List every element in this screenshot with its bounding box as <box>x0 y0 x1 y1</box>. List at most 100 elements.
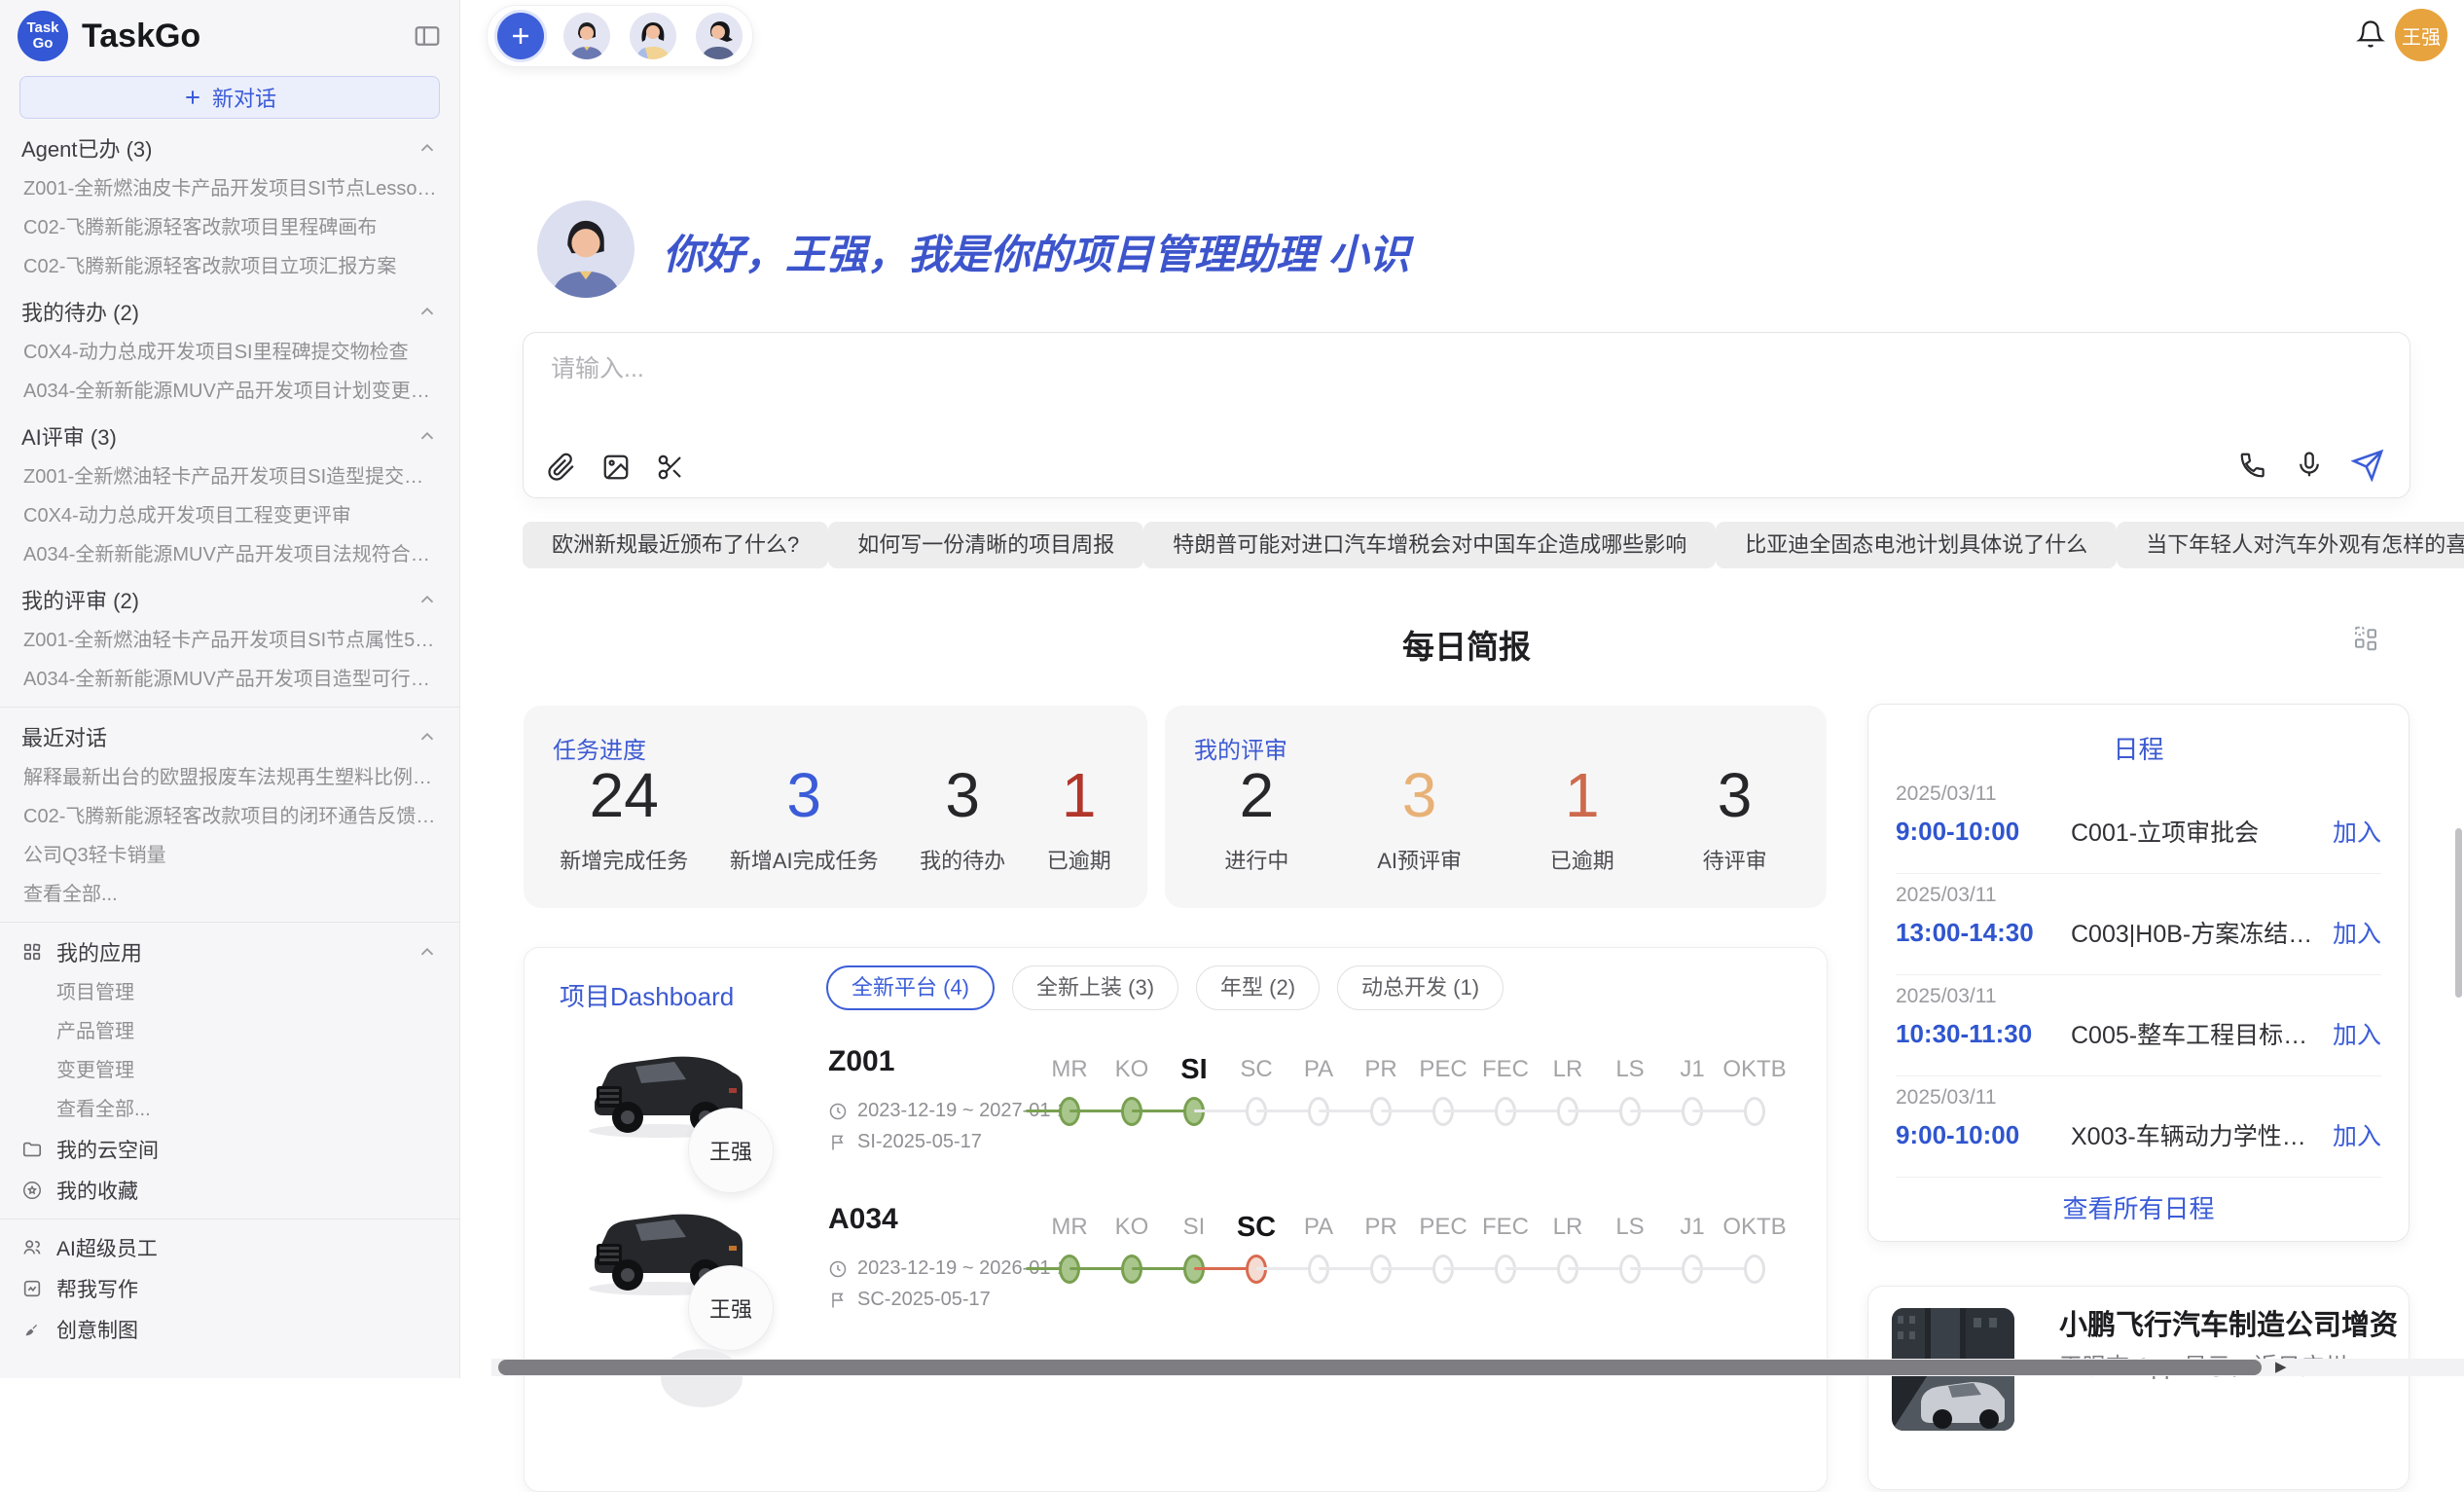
clock-icon <box>828 1259 848 1279</box>
sidebar-item-product-mgmt[interactable]: 产品管理 <box>0 1012 459 1051</box>
stat-value: 1 <box>1062 760 1097 830</box>
entry-date: 2025/03/11 <box>1896 782 1997 806</box>
quick-access-pill <box>487 5 753 67</box>
section-agent-done[interactable]: Agent已办 (3) <box>0 127 459 169</box>
entry-title: C001-立项审批会 <box>2071 814 2315 849</box>
suggestion-chip[interactable]: 如何写一份清晰的项目周报 <box>828 522 1143 568</box>
list-item[interactable]: C02-飞腾新能源轻客改款项目的闭环通告反馈情况 <box>0 797 459 836</box>
join-link[interactable]: 加入 <box>2333 814 2381 849</box>
chat-input[interactable] <box>549 354 1721 384</box>
entry-time: 13:00-14:30 <box>1896 918 2071 948</box>
bell-icon[interactable] <box>2356 19 2385 49</box>
plus-icon <box>183 88 202 107</box>
mic-icon[interactable] <box>2295 451 2324 480</box>
entry-time: 9:00-10:00 <box>1896 817 2071 847</box>
divider <box>0 922 459 923</box>
sidebar-item-cloud-space[interactable]: 我的云空间 <box>0 1129 459 1170</box>
list-item[interactable]: 公司Q3轻卡销量 <box>0 836 459 875</box>
list-item[interactable]: C0X4-动力总成开发项目SI里程碑提交物检查 <box>0 333 459 372</box>
list-item[interactable]: C0X4-动力总成开发项目工程变更评审 <box>0 496 459 535</box>
app-logo: Task Go <box>18 11 68 61</box>
suggestion-chip[interactable]: 当下年轻人对汽车外观有怎样的喜好趋势 <box>2117 522 2464 568</box>
avatar[interactable] <box>696 13 743 59</box>
view-all-schedule-link[interactable]: 查看所有日程 <box>1868 1189 2409 1225</box>
project-row[interactable]: 王强 A034 2023-12-19 ~ 2026-01-19 SC-2025-… <box>525 1174 1827 1329</box>
list-item[interactable]: C02-飞腾新能源轻客改款项目里程碑画布 <box>0 208 459 247</box>
sidebar-item-project-mgmt[interactable]: 项目管理 <box>0 973 459 1012</box>
suggestion-chip[interactable]: 欧洲新规最近颁布了什么? <box>523 522 828 568</box>
paperclip-icon[interactable] <box>547 453 576 482</box>
list-item[interactable]: Z001-全新燃油皮卡产品开发项目SI节点Lesson Learn报告 <box>0 169 459 208</box>
stat-label: 新增完成任务 <box>560 844 688 875</box>
stat-label: 进行中 <box>1224 844 1288 875</box>
dashboard-filters: 全新平台 (4) 全新上装 (3) 年型 (2) 动总开发 (1) <box>826 965 1504 1010</box>
stat-label: AI预评审 <box>1377 844 1462 875</box>
list-item[interactable]: A034-全新新能源MUV产品开发项目计划变更表编写 <box>0 372 459 411</box>
section-my-todo[interactable]: 我的待办 (2) <box>0 290 459 333</box>
suggestion-chip[interactable]: 特朗普可能对进口汽车增税会对中国车企造成哪些影响 <box>1143 522 1716 568</box>
project-next-milestone: SC-2025-05-17 <box>828 1289 991 1311</box>
stat-label: 我的待办 <box>920 844 1005 875</box>
section-label: 我的待办 (2) <box>21 296 139 327</box>
avatar[interactable] <box>630 13 676 59</box>
phone-icon[interactable] <box>2238 451 2267 480</box>
join-link[interactable]: 加入 <box>2333 1016 2381 1051</box>
new-chat-button[interactable]: 新对话 <box>19 76 440 119</box>
add-assistant-button[interactable] <box>497 13 544 59</box>
milestone-code: SC-2025-05-17 <box>857 1289 991 1311</box>
horizontal-scrollbar-thumb[interactable] <box>498 1360 2262 1375</box>
owner-name: 王强 <box>709 1135 752 1166</box>
view-all-apps[interactable]: 查看全部... <box>0 1090 459 1129</box>
list-item[interactable]: A034-全新新能源MUV产品开发项目法规符合性评审 <box>0 535 459 574</box>
sidebar-item-label: 创意制图 <box>56 1315 138 1344</box>
section-ai-review[interactable]: AI评审 (3) <box>0 415 459 457</box>
filter-tab[interactable]: 动总开发 (1) <box>1337 965 1504 1010</box>
view-all-recent[interactable]: 查看全部... <box>0 875 459 914</box>
join-link[interactable]: 加入 <box>2333 1117 2381 1152</box>
section-my-review[interactable]: 我的评审 (2) <box>0 578 459 621</box>
milestone-label: OKTB <box>1711 1053 1798 1086</box>
scroll-right-arrow-icon[interactable]: ▶ <box>2275 1359 2287 1376</box>
filter-tab[interactable]: 全新平台 (4) <box>826 965 995 1010</box>
list-item[interactable]: C02-飞腾新能源轻客改款项目立项汇报方案 <box>0 247 459 286</box>
project-owner-badge: 王强 <box>688 1265 774 1351</box>
list-item[interactable]: A034-全新新能源MUV产品开发项目造型可行性评审 <box>0 660 459 699</box>
sidebar-header: Task Go TaskGo <box>0 0 459 72</box>
avatar[interactable] <box>563 13 610 59</box>
list-item[interactable]: Z001-全新燃油轻卡产品开发项目SI造型提交物评审 <box>0 457 459 496</box>
project-row[interactable]: 王强 Z001 2023-12-19 ~ 2027-01-19 SI-2025-… <box>525 1016 1827 1172</box>
sidebar-item-help-write[interactable]: 帮我写作 <box>0 1268 459 1309</box>
sidebar-item-change-mgmt[interactable]: 变更管理 <box>0 1051 459 1090</box>
stat-label: 新增AI完成任务 <box>730 844 879 875</box>
suggestion-chip[interactable]: 比亚迪全固态电池计划具体说了什么 <box>1716 522 2117 568</box>
join-link[interactable]: 加入 <box>2333 915 2381 950</box>
sidebar-collapse-icon[interactable] <box>413 21 442 51</box>
scissors-icon[interactable] <box>656 453 685 482</box>
stat-value: 3 <box>945 760 980 830</box>
filter-tab[interactable]: 全新上装 (3) <box>1012 965 1178 1010</box>
user-avatar[interactable]: 王强 <box>2395 9 2447 61</box>
section-my-apps[interactable]: 我的应用 <box>0 930 459 973</box>
logo-text-bottom: Go <box>33 36 54 52</box>
list-item[interactable]: 解释最新出台的欧盟报废车法规再生塑料比例被调至15%... <box>0 758 459 797</box>
entry-title: C003|H0B-方案冻结评审 <box>2071 915 2315 950</box>
milestone-code: SI-2025-05-17 <box>857 1131 982 1153</box>
image-icon[interactable] <box>601 453 631 482</box>
stat-new-done: 24 新增完成任务 <box>560 760 688 875</box>
milestone-dot <box>1744 1097 1765 1126</box>
sidebar-item-creative-draw[interactable]: 创意制图 <box>0 1309 459 1350</box>
layout-grid-icon[interactable] <box>2351 624 2380 653</box>
filter-tab[interactable]: 年型 (2) <box>1196 965 1320 1010</box>
news-card[interactable]: 小鹏飞行汽车制造公司增资 天眼查 App 显示，近日广州汇天飞行汽... <box>1867 1286 2410 1490</box>
suggestion-chips: 欧洲新规最近颁布了什么? 如何写一份清晰的项目周报 特朗普可能对进口汽车增税会对… <box>523 522 2410 568</box>
list-item[interactable]: Z001-全新燃油轻卡产品开发项目SI节点属性5D文件评审 <box>0 621 459 660</box>
dashboard-title: 项目Dashboard <box>560 977 734 1013</box>
sidebar: Task Go TaskGo 新对话 Agent已办 (3) Z001-全新燃油… <box>0 0 460 1378</box>
milestone-label: OKTB <box>1711 1211 1798 1244</box>
section-recent-chats[interactable]: 最近对话 <box>0 715 459 758</box>
sidebar-item-ai-super-staff[interactable]: AI超级员工 <box>0 1227 459 1268</box>
sidebar-item-favorites[interactable]: 我的收藏 <box>0 1170 459 1211</box>
send-icon[interactable] <box>2351 449 2384 482</box>
flag-icon <box>828 1133 848 1152</box>
vertical-scrollbar-thumb[interactable] <box>2455 828 2462 998</box>
